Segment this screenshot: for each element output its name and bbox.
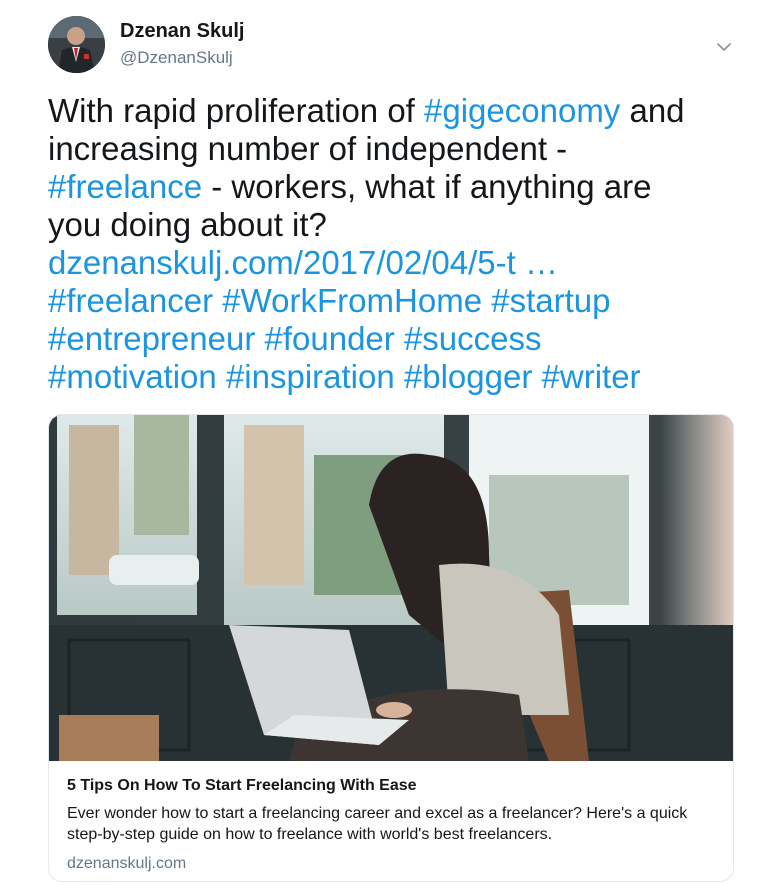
hashtag-link[interactable]: #founder (265, 320, 395, 357)
tweet-line: dzenanskulj.com/2017/02/04/5-t … (48, 244, 748, 282)
hashtag-row: #motivation #inspiration #blogger #write… (48, 358, 748, 396)
tweet-line: With rapid proliferation of #gigeconomy … (48, 92, 685, 129)
link-preview-card[interactable]: 5 Tips On How To Start Freelancing With … (48, 414, 734, 882)
hashtag-link[interactable]: #startup (491, 282, 610, 319)
tweet-line: #freelance - workers, what if anything a… (48, 168, 652, 205)
tweet-header: Dzenan Skulj @DzenanSkulj (48, 12, 748, 82)
hashtag-link[interactable]: #WorkFromHome (222, 282, 482, 319)
card-image[interactable] (49, 415, 733, 761)
tweet-line: you doing about it? (48, 206, 327, 243)
tweet-text: With rapid proliferation of #gigeconomy … (48, 92, 748, 396)
hashtag-link[interactable]: #writer (542, 358, 641, 395)
card-description: Ever wonder how to start a freelancing c… (67, 805, 688, 843)
tweet-line: increasing number of independent - (48, 130, 568, 167)
user-handle[interactable]: @DzenanSkulj (120, 48, 233, 68)
avatar[interactable] (48, 16, 105, 73)
hashtag-link[interactable]: #blogger (404, 358, 532, 395)
chevron-down-icon[interactable] (712, 38, 736, 56)
display-name[interactable]: Dzenan Skulj (120, 20, 244, 43)
card-title[interactable]: 5 Tips On How To Start Freelancing With … (67, 777, 417, 795)
hashtag-row: #entrepreneur #founder #success (48, 320, 748, 358)
hashtag-link[interactable]: #freelancer (48, 282, 213, 319)
hashtag-link[interactable]: #gigeconomy (424, 92, 620, 129)
hashtag-link[interactable]: #success (404, 320, 542, 357)
hashtag-link[interactable]: #entrepreneur (48, 320, 255, 357)
hashtag-row: #freelancer #WorkFromHome #startup (48, 282, 748, 320)
hashtag-link[interactable]: #freelance (48, 168, 202, 205)
hashtag-link[interactable]: #motivation (48, 358, 217, 395)
card-body[interactable]: 5 Tips On How To Start Freelancing With … (49, 761, 733, 881)
card-domain: dzenanskulj.com (67, 855, 187, 872)
hashtag-link[interactable]: #inspiration (226, 358, 395, 395)
url-link[interactable]: dzenanskulj.com/2017/02/04/5-t … (48, 244, 558, 281)
